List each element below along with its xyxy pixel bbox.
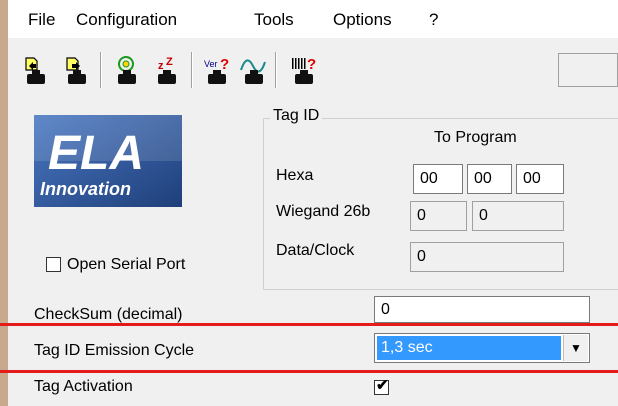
wiegand-card-field: 0 [472, 201, 564, 231]
chevron-down-icon[interactable]: ▼ [563, 335, 588, 361]
svg-text:Z: Z [166, 56, 173, 68]
dataclock-field: 0 [410, 242, 564, 272]
waveform-icon [240, 59, 266, 84]
hexa-label: Hexa [276, 167, 314, 184]
toolbar: z Z Ver ? ? [8, 38, 618, 96]
to-program-header: To Program [434, 129, 517, 146]
toolbar-separator [100, 52, 102, 88]
toolbar-status-field [558, 53, 618, 87]
ela-innovation-logo: ELA Innovation [34, 115, 182, 207]
wiegand-facility-field: 0 [410, 201, 467, 231]
hexa-byte-3-input[interactable]: 00 [516, 164, 564, 194]
window-left-border [0, 0, 8, 406]
version-query-icon: Ver ? [204, 56, 229, 84]
ver-text: Ver [204, 59, 218, 69]
write-to-reader-button[interactable] [61, 54, 91, 86]
checkmark-icon: ✔ [376, 377, 389, 394]
svg-text:?: ? [220, 56, 229, 73]
hexa-byte-2-input[interactable]: 00 [467, 164, 512, 194]
write-to-reader-icon [66, 57, 86, 84]
menu-configuration[interactable]: Configuration [76, 10, 177, 30]
antenna-signal-button[interactable] [111, 54, 141, 86]
tag-activation-label: Tag Activation [34, 378, 133, 395]
dataclock-label: Data/Clock [276, 242, 355, 259]
menu-help[interactable]: ? [429, 10, 438, 30]
emission-cycle-value: 1,3 sec [377, 336, 561, 360]
red-annotation-line-bottom [0, 370, 618, 373]
wiegand-label: Wiegand 26b [276, 203, 371, 220]
barcode-query-button[interactable]: ? [288, 54, 318, 86]
read-from-reader-icon [25, 57, 45, 84]
menu-tools[interactable]: Tools [254, 10, 294, 30]
menu-file[interactable]: File [28, 10, 55, 30]
menu-bar: File Configuration Tools Options ? [8, 0, 618, 38]
logo-innovation-text: Innovation [40, 179, 131, 199]
hexa-byte-1-input[interactable]: 00 [413, 164, 463, 194]
waveform-button[interactable] [238, 54, 268, 86]
tag-id-group-title: Tag ID [270, 107, 323, 125]
open-serial-port-checkbox[interactable] [46, 257, 61, 272]
checksum-label: CheckSum (decimal) [34, 306, 183, 323]
emission-cycle-select[interactable]: 1,3 sec ▼ [374, 333, 590, 363]
svg-text:?: ? [307, 56, 316, 73]
emission-cycle-label: Tag ID Emission Cycle [34, 342, 195, 359]
tag-activation-checkbox[interactable]: ✔ [374, 377, 389, 395]
checksum-input[interactable]: 0 [374, 296, 590, 323]
barcode-query-icon: ? [292, 56, 316, 84]
logo-ela-text: ELA [48, 127, 144, 180]
toolbar-separator [275, 52, 277, 88]
open-serial-port-label: Open Serial Port [67, 256, 186, 273]
antenna-signal-icon [118, 56, 136, 84]
version-query-button[interactable]: Ver ? [201, 54, 231, 86]
sleep-button[interactable]: z Z [151, 54, 181, 86]
red-annotation-line-top [0, 323, 618, 326]
toolbar-separator [191, 52, 193, 88]
sleep-zz-icon: z Z [158, 56, 176, 84]
menu-options[interactable]: Options [333, 10, 392, 30]
read-from-reader-button[interactable] [20, 54, 50, 86]
